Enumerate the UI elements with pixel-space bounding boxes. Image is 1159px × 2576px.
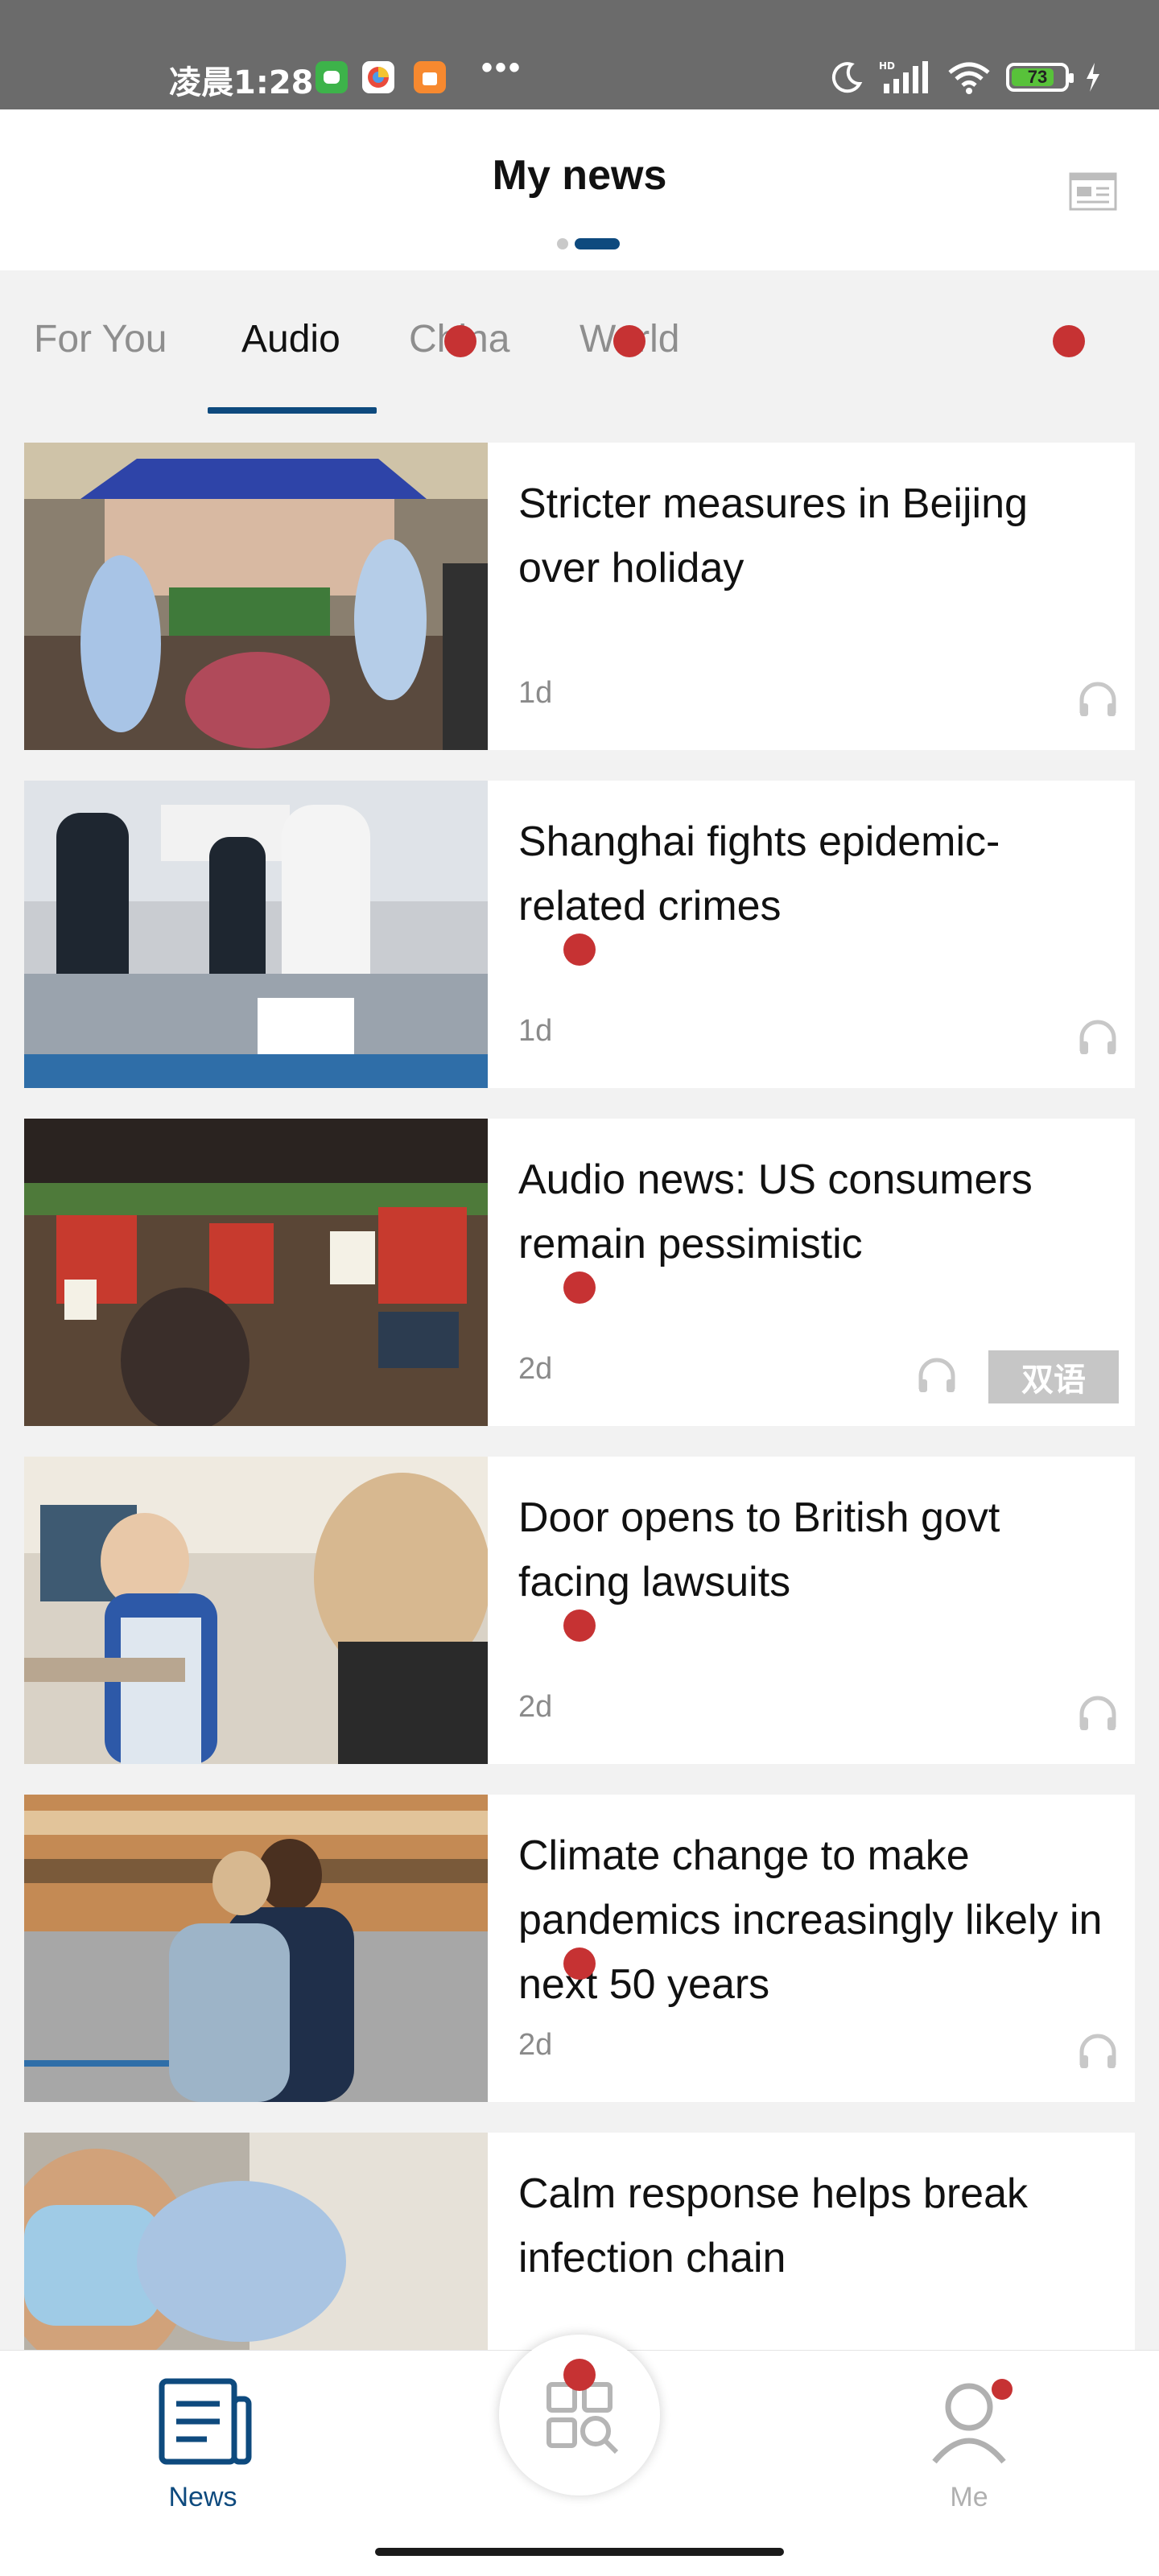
category-tabs: For You Audio China World bbox=[0, 270, 1159, 415]
article-title: Stricter measures in Beijing over holida… bbox=[518, 480, 1028, 591]
app-header: My news bbox=[0, 109, 1159, 270]
article-title: Door opens to British govt facing lawsui… bbox=[518, 1494, 1000, 1605]
article-title: Audio news: US consumers remain pessimis… bbox=[518, 1156, 1033, 1267]
nav-news[interactable]: News bbox=[114, 2375, 291, 2513]
user-icon bbox=[932, 2379, 1013, 2464]
article-title: Climate change to make pandemics increas… bbox=[518, 1832, 1103, 2008]
red-marker bbox=[563, 934, 596, 966]
moon-icon bbox=[831, 62, 863, 93]
article-thumbnail bbox=[24, 781, 488, 1088]
red-marker bbox=[563, 2359, 596, 2391]
page-indicator-dot bbox=[557, 238, 568, 249]
layout-icon[interactable] bbox=[1067, 166, 1119, 217]
app-icon bbox=[362, 61, 394, 93]
bottom-navigation: News Me bbox=[0, 2335, 1159, 2576]
status-time: 凌晨1:28 bbox=[169, 64, 314, 101]
article-time: 2d bbox=[518, 1352, 553, 1386]
bilingual-badge: 双语 bbox=[988, 1350, 1119, 1403]
red-marker bbox=[613, 325, 645, 357]
headphone-icon[interactable] bbox=[1075, 2028, 1120, 2073]
headphone-icon[interactable] bbox=[1075, 1014, 1120, 1059]
shopping-app-icon bbox=[414, 61, 446, 93]
battery-icon: 73 bbox=[1006, 63, 1074, 92]
article-title: Shanghai fights epidemic-related crimes bbox=[518, 818, 1000, 929]
tab-for-you[interactable]: For You bbox=[34, 317, 167, 361]
red-marker bbox=[563, 1947, 596, 1980]
article-time: 2d bbox=[518, 2028, 553, 2062]
article-thumbnail bbox=[24, 1457, 488, 1764]
signal-icon: HD bbox=[879, 60, 928, 93]
article-thumbnail bbox=[24, 1795, 488, 2102]
home-indicator[interactable] bbox=[375, 2548, 784, 2556]
wifi-icon bbox=[948, 62, 990, 94]
page-title: My news bbox=[492, 152, 667, 199]
nav-me-label: Me bbox=[950, 2482, 988, 2512]
article-time: 2d bbox=[518, 1690, 553, 1724]
article-thumbnail bbox=[24, 1119, 488, 1426]
more-notifications-icon: ••• bbox=[481, 50, 523, 85]
status-bar: 凌晨1:28 ••• HD 73 bbox=[0, 0, 1159, 109]
page-indicator-active bbox=[575, 238, 620, 249]
battery-level: 73 bbox=[1027, 67, 1048, 87]
headphone-icon[interactable] bbox=[914, 1352, 959, 1397]
red-marker bbox=[563, 1272, 596, 1304]
nav-me[interactable]: Me bbox=[881, 2375, 1058, 2513]
red-marker bbox=[563, 1609, 596, 1642]
article-card[interactable]: Stricter measures in Beijing over holida… bbox=[24, 443, 1135, 750]
headphone-icon[interactable] bbox=[1075, 1690, 1120, 1735]
article-thumbnail bbox=[24, 443, 488, 750]
svg-text:HD: HD bbox=[879, 60, 895, 72]
article-time: 1d bbox=[518, 1014, 553, 1048]
status-indicators: HD 73 bbox=[829, 60, 1103, 95]
article-time: 1d bbox=[518, 676, 553, 710]
charging-icon bbox=[1087, 63, 1099, 92]
headphone-icon[interactable] bbox=[1075, 676, 1120, 721]
article-title: Calm response helps break infection chai… bbox=[518, 2170, 1028, 2281]
wechat-icon bbox=[316, 61, 348, 93]
active-tab-underline bbox=[208, 407, 377, 414]
tab-audio[interactable]: Audio bbox=[241, 317, 340, 361]
news-icon bbox=[159, 2378, 252, 2465]
red-marker bbox=[444, 325, 476, 357]
nav-news-label: News bbox=[168, 2482, 237, 2512]
red-marker bbox=[1053, 325, 1085, 357]
